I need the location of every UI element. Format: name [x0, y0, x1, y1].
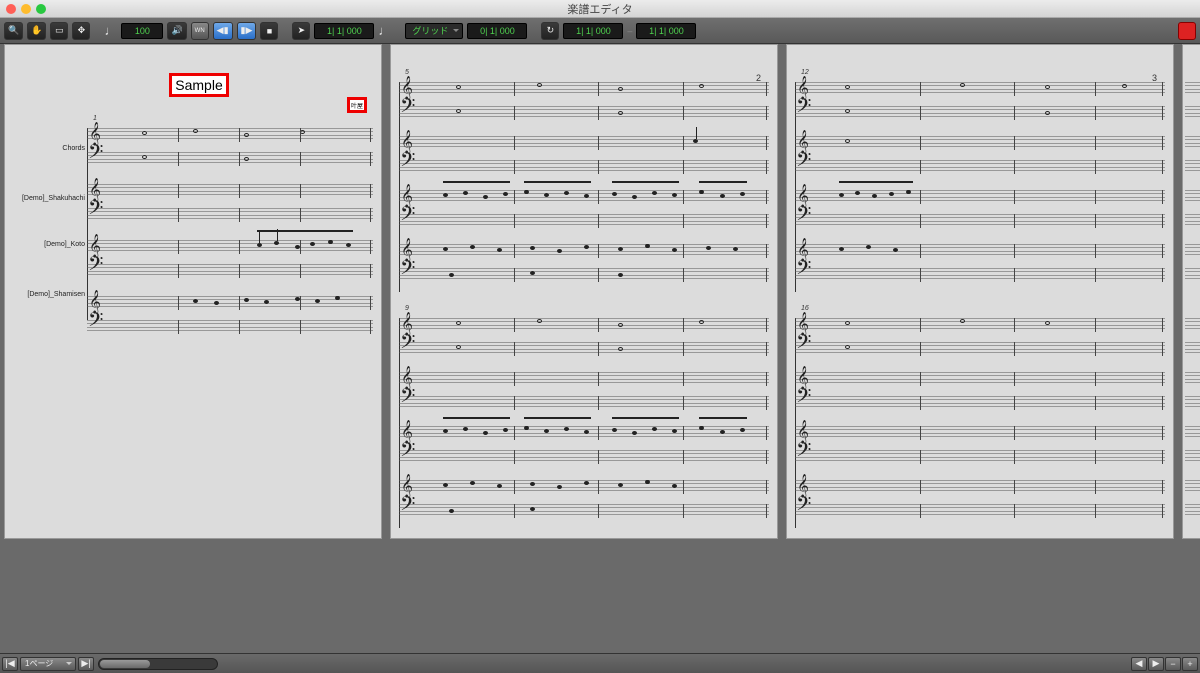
- measure-number: 16: [801, 305, 809, 312]
- pages-container: Sample 叶屋 1 Chords [Demo]_Shakuhachi [De…: [0, 44, 1200, 539]
- track-label: [Demo]_Koto: [9, 241, 85, 248]
- measure-number: 12: [801, 69, 809, 76]
- measure-number: 9: [405, 305, 409, 312]
- measure-number: 5: [405, 69, 409, 76]
- window-title: 楽譜エディタ: [0, 1, 1200, 17]
- score-page-4: [1182, 44, 1200, 539]
- record-button[interactable]: [1178, 22, 1196, 40]
- page-select-dropdown[interactable]: 1ページ: [20, 657, 76, 671]
- note-value-icon-2: ♩: [378, 23, 391, 38]
- stop-button[interactable]: ■: [260, 22, 278, 40]
- track-label: [Demo]_Shamisen: [9, 291, 85, 298]
- horizontal-scrollbar[interactable]: [98, 658, 218, 670]
- note-value-icon: ♩: [104, 23, 117, 38]
- play-next-button[interactable]: ▮▶: [237, 22, 257, 40]
- score-canvas[interactable]: Sample 叶屋 1 Chords [Demo]_Shakuhachi [De…: [0, 44, 1200, 653]
- zoom-in-button[interactable]: +: [1182, 657, 1198, 671]
- staff: 𝄞: [87, 237, 373, 257]
- track-label: [Demo]_Shakuhachi: [9, 195, 85, 202]
- pan-tool-icon[interactable]: ✥: [72, 22, 90, 40]
- go-first-page-button[interactable]: |◀: [2, 657, 18, 671]
- play-prev-button[interactable]: ◀▮: [213, 22, 233, 40]
- measure-number: 1: [93, 115, 97, 122]
- staff: 𝄢: [87, 149, 373, 169]
- score-page-3: 3 12 16 𝄞 𝄢 𝄞 𝄢: [786, 44, 1174, 539]
- window-titlebar: 楽譜エディタ: [0, 0, 1200, 18]
- grab-tool-icon[interactable]: ✋: [27, 22, 46, 40]
- grid-mode-dropdown[interactable]: グリッド: [405, 23, 463, 39]
- wait-note-button[interactable]: WN: [191, 22, 209, 40]
- grid-value-field[interactable]: 0| 1| 000: [467, 23, 527, 39]
- score-subtitle-annotation: 叶屋: [347, 97, 367, 113]
- range-separator: –: [627, 26, 632, 36]
- staff: 𝄢: [87, 205, 373, 225]
- score-page-1: Sample 叶屋 1 Chords [Demo]_Shakuhachi [De…: [4, 44, 382, 539]
- scroll-left-button[interactable]: ◀: [1131, 657, 1147, 671]
- staff: 𝄞: [87, 181, 373, 201]
- footer-bar: |◀ 1ページ ▶| ◀ ▶ − +: [0, 653, 1200, 673]
- zoom-out-button[interactable]: −: [1165, 657, 1181, 671]
- loop-start-field[interactable]: 1| 1| 000: [563, 23, 623, 39]
- tempo-field[interactable]: 100: [121, 23, 163, 39]
- loop-end-field[interactable]: 1| 1| 000: [636, 23, 696, 39]
- score-page-2: 2 5 9 𝄞 𝄢 𝄞 𝄢: [390, 44, 778, 539]
- cursor-position-field[interactable]: 1| 1| 000: [314, 23, 374, 39]
- loop-icon[interactable]: ↻: [541, 22, 559, 40]
- main-toolbar: 🔍 ✋ ▭ ✥ ♩ 100 🔊 WN ◀▮ ▮▶ ■ ➤ 1| 1| 000 ♩…: [0, 18, 1200, 44]
- staff-system: 𝄞 𝄢 𝄞 𝄢 𝄞: [399, 79, 769, 289]
- metronome-icon[interactable]: 🔊: [167, 22, 186, 40]
- staff-system: 𝄞 𝄢 𝄞 𝄢 𝄞: [399, 315, 769, 525]
- staff-system: 𝄞 𝄢 𝄞 𝄢 𝄞 𝄢: [795, 315, 1165, 525]
- pointer-tool-icon[interactable]: ➤: [292, 22, 310, 40]
- scroll-right-button[interactable]: ▶: [1148, 657, 1164, 671]
- track-label: Chords: [9, 145, 85, 152]
- staff: 𝄞: [87, 293, 373, 313]
- staff-system: 𝄞 𝄢 𝄞 𝄢: [87, 125, 373, 341]
- go-last-page-button[interactable]: ▶|: [78, 657, 94, 671]
- zoom-tool-icon[interactable]: 🔍: [4, 22, 23, 40]
- score-title-annotation: Sample: [169, 73, 229, 97]
- staff: 𝄢: [87, 317, 373, 337]
- select-tool-icon[interactable]: ▭: [50, 22, 68, 40]
- staff-system: 𝄞 𝄢 𝄞 𝄢 𝄞: [795, 79, 1165, 289]
- staff: 𝄞: [87, 125, 373, 145]
- staff: 𝄢: [87, 261, 373, 281]
